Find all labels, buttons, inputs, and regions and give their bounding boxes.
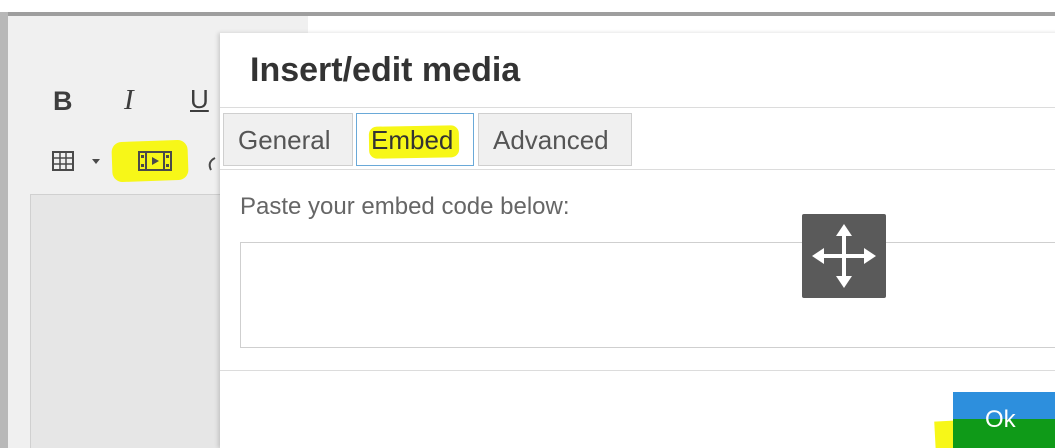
embed-code-input[interactable] bbox=[240, 242, 1055, 348]
embed-code-label: Paste your embed code below: bbox=[240, 193, 570, 220]
underline-button[interactable]: U bbox=[190, 84, 209, 115]
tab-general-label: General bbox=[238, 125, 331, 155]
ok-button-label: Ok bbox=[985, 406, 1016, 433]
move-arrows-icon bbox=[812, 224, 876, 288]
tab-advanced[interactable]: Advanced bbox=[478, 113, 632, 166]
tab-advanced-label: Advanced bbox=[493, 125, 609, 155]
insert-media-dialog: Insert/edit media General Embed Advanced… bbox=[220, 33, 1055, 448]
screenshot-page: B I U Insert/edit media General Embed Ad… bbox=[0, 0, 1055, 448]
dialog-title: Insert/edit media bbox=[250, 51, 521, 89]
dialog-tabs: General Embed Advanced bbox=[220, 109, 1055, 170]
window-left-frame bbox=[0, 12, 8, 448]
chevron-down-icon bbox=[92, 159, 100, 164]
italic-button[interactable]: I bbox=[124, 84, 134, 117]
move-handle[interactable] bbox=[802, 214, 886, 298]
tab-embed-label: Embed bbox=[371, 125, 454, 155]
editor-content-area[interactable] bbox=[30, 194, 231, 448]
link-button[interactable] bbox=[205, 152, 221, 176]
table-grid-icon bbox=[52, 151, 100, 171]
ok-button[interactable]: Ok bbox=[953, 392, 1055, 448]
link-icon bbox=[208, 157, 216, 171]
bold-button[interactable]: B bbox=[53, 86, 73, 117]
dialog-footer-divider bbox=[220, 370, 1055, 371]
dialog-header-divider bbox=[220, 107, 1055, 108]
table-dropdown-button[interactable] bbox=[52, 150, 108, 174]
tab-embed[interactable]: Embed bbox=[356, 113, 474, 166]
film-strip-icon bbox=[138, 151, 172, 171]
insert-media-button[interactable] bbox=[138, 150, 174, 172]
tab-general[interactable]: General bbox=[223, 113, 353, 166]
window-top-strip bbox=[0, 0, 1055, 12]
